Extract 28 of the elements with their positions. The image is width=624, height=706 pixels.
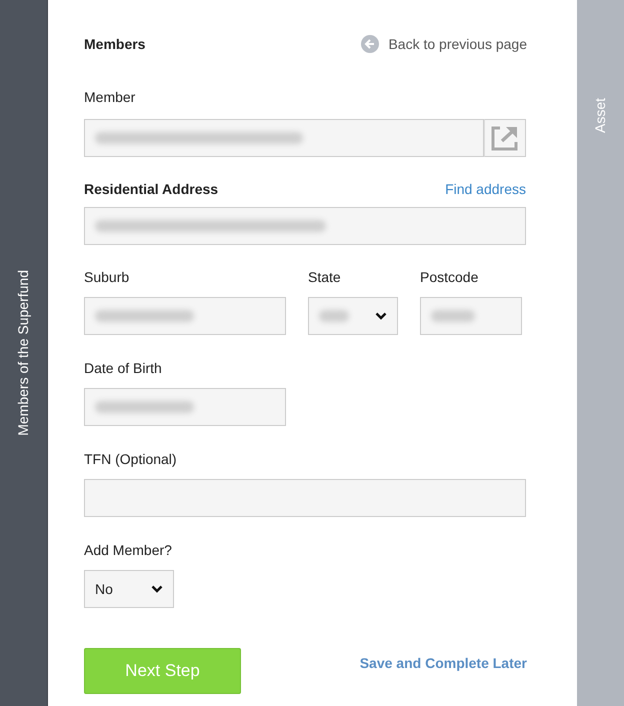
input-field[interactable]	[84, 388, 286, 426]
field-label: Residential Address	[84, 180, 218, 199]
input-field[interactable]	[84, 119, 484, 157]
select-field[interactable]: No	[84, 570, 174, 608]
chevron-icon	[151, 585, 163, 593]
field-label: State	[308, 268, 342, 287]
field-label: Member	[84, 88, 136, 107]
field-label: Date of Birth	[84, 359, 163, 378]
side-tab[interactable]: Asset	[577, 0, 624, 706]
open-external-button[interactable]	[484, 119, 526, 157]
field-label: Add Member?	[84, 541, 173, 560]
redacted-value	[319, 310, 349, 322]
back-link[interactable]: Back to previous page	[361, 34, 527, 54]
save-later-link[interactable]: Save and Complete Later	[360, 653, 527, 694]
side-tab[interactable]: Members of the Superfund	[0, 0, 48, 706]
select-field[interactable]	[308, 297, 398, 335]
input-field[interactable]	[84, 207, 526, 245]
redacted-value	[431, 310, 475, 322]
find-address-link[interactable]: Find address	[445, 179, 526, 200]
input-field[interactable]	[84, 479, 526, 517]
external-link-icon	[491, 125, 519, 151]
field-label: Postcode	[420, 268, 480, 287]
field-label: TFN (Optional)	[84, 450, 178, 469]
section-title: Members	[84, 34, 146, 54]
input-field[interactable]	[420, 297, 522, 335]
field-label: Suburb	[84, 268, 130, 287]
input-field[interactable]	[84, 297, 286, 335]
chevron-icon	[375, 312, 387, 320]
